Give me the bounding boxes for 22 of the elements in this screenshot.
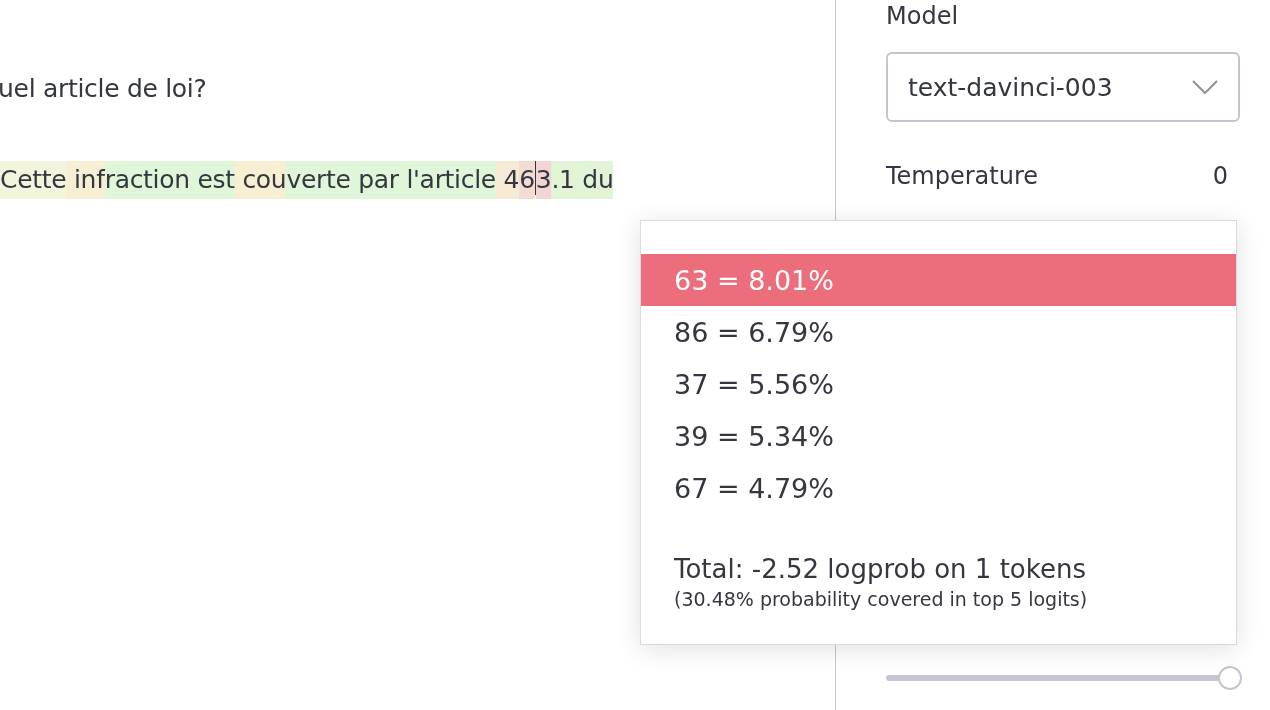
token[interactable]: 6 <box>519 161 535 199</box>
token[interactable]: Cette <box>0 161 67 199</box>
model-dropdown[interactable]: text-davinci-003 <box>886 52 1240 122</box>
token[interactable]: verte par l'article <box>286 161 496 199</box>
slider-thumb[interactable] <box>1218 666 1242 690</box>
coverage-text: (30.48% probability covered in top 5 logits) <box>674 588 1089 610</box>
probability-option[interactable]: 67 = 4.79% <box>641 462 1236 514</box>
probability-option[interactable]: 86 = 6.79% <box>641 306 1236 358</box>
probability-option[interactable]: 37 = 5.56% <box>641 358 1236 410</box>
model-label: Model <box>886 1 960 32</box>
token[interactable]: inf <box>66 161 105 199</box>
total-logprob-text: Total: -2.52 logprob on 1 tokens <box>674 554 1087 584</box>
token[interactable]: .1 du <box>551 161 614 199</box>
slider-track[interactable] <box>886 666 1242 690</box>
token[interactable]: cou <box>234 161 287 199</box>
token[interactable]: 4 <box>495 161 520 199</box>
probability-option[interactable]: 39 = 5.34% <box>641 410 1236 462</box>
temperature-label: Temperature <box>886 162 1039 190</box>
temperature-value: 0 <box>1212 162 1228 190</box>
token[interactable]: raction est <box>104 161 235 199</box>
prompt-text: uel article de loi? <box>0 74 208 103</box>
chevron-down-icon <box>1192 80 1218 94</box>
